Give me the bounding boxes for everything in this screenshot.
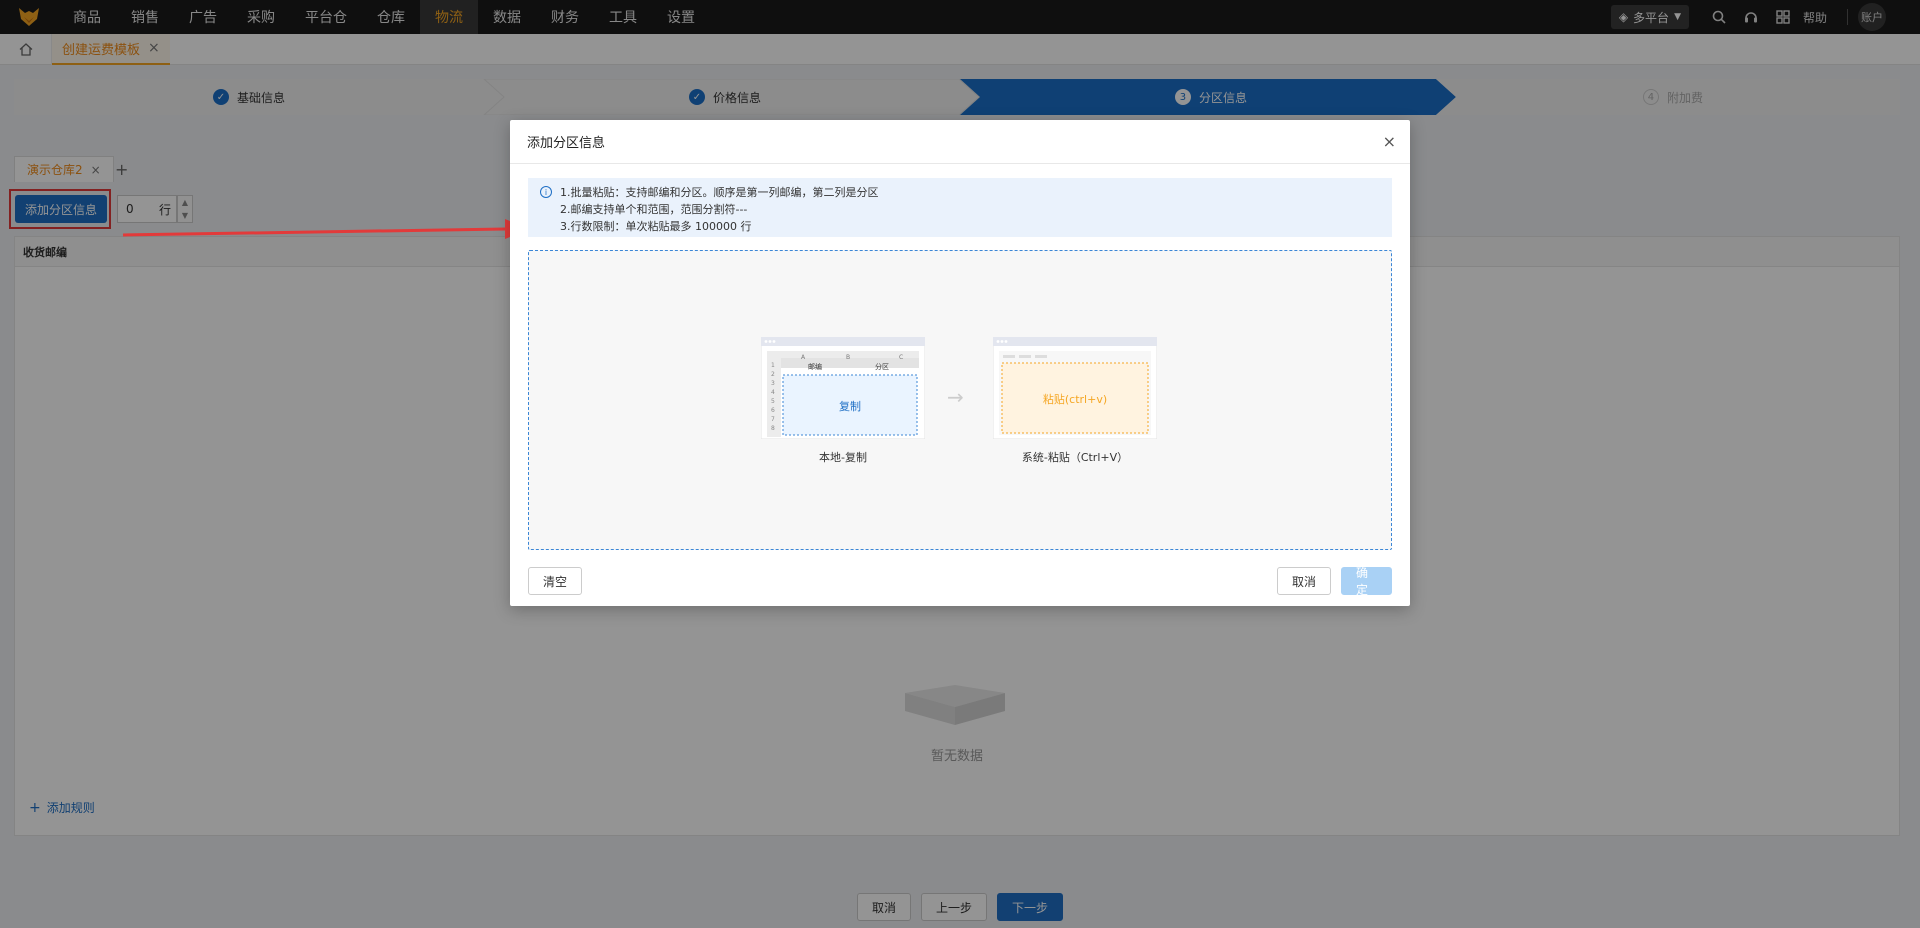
arrow-right-icon: → <box>947 385 964 409</box>
row-number: 8 <box>771 425 775 432</box>
col-label: C <box>899 354 904 361</box>
copy-illustration: A B C 邮编 分区 1 2 3 4 5 6 7 8 复制 <box>761 337 925 439</box>
paste-illustration: 粘贴(ctrl+v) <box>993 337 1157 439</box>
confirm-button[interactable]: 确定 <box>1341 566 1392 597</box>
add-zone-dialog: 添加分区信息 × i 1.批量粘贴：支持邮编和分区。顺序是第一列邮编，第二列是分… <box>510 120 1410 606</box>
tip-lines: 1.批量粘贴：支持邮编和分区。顺序是第一列邮编，第二列是分区 2.邮编支持单个和… <box>560 184 879 237</box>
paste-text: 粘贴(ctrl+v) <box>1042 393 1108 406</box>
dialog-cancel-button[interactable]: 取消 <box>1277 567 1332 595</box>
row-number: 2 <box>771 371 775 378</box>
header-zone: 分区 <box>875 363 889 371</box>
clear-button[interactable]: 清空 <box>528 567 583 595</box>
copy-caption: 本地-复制 <box>819 451 867 464</box>
row-number: 4 <box>771 389 775 396</box>
tip-box: i 1.批量粘贴：支持邮编和分区。顺序是第一列邮编，第二列是分区 2.邮编支持单… <box>528 178 1392 237</box>
row-number: 6 <box>771 407 775 414</box>
copy-text: 复制 <box>839 400 861 413</box>
dialog-title: 添加分区信息 <box>510 120 1410 164</box>
tip-line: 3.行数限制：单次粘贴最多 100000 行 <box>560 220 752 233</box>
paste-drop-zone[interactable]: A B C 邮编 分区 1 2 3 4 5 6 7 8 复制 本地-复制 → 粘… <box>528 250 1392 550</box>
col-label: A <box>801 354 806 361</box>
row-number: 3 <box>771 380 775 387</box>
row-number: 7 <box>771 416 775 423</box>
tip-line: 1.批量粘贴：支持邮编和分区。顺序是第一列邮编，第二列是分区 <box>560 186 879 199</box>
col-label: B <box>846 354 851 361</box>
row-number: 1 <box>771 362 775 369</box>
tip-line: 2.邮编支持单个和范围，范围分割符--- <box>560 203 748 216</box>
row-number: 5 <box>771 398 775 405</box>
header-zip: 邮编 <box>808 363 822 371</box>
row-numbers: 1 2 3 4 5 6 7 8 <box>771 361 775 433</box>
paste-caption: 系统-粘贴（Ctrl+V） <box>1021 451 1129 464</box>
close-icon[interactable]: × <box>1383 132 1396 151</box>
dialog-footer: 清空 取消 确定 <box>510 548 1410 606</box>
info-icon: i <box>540 186 552 198</box>
